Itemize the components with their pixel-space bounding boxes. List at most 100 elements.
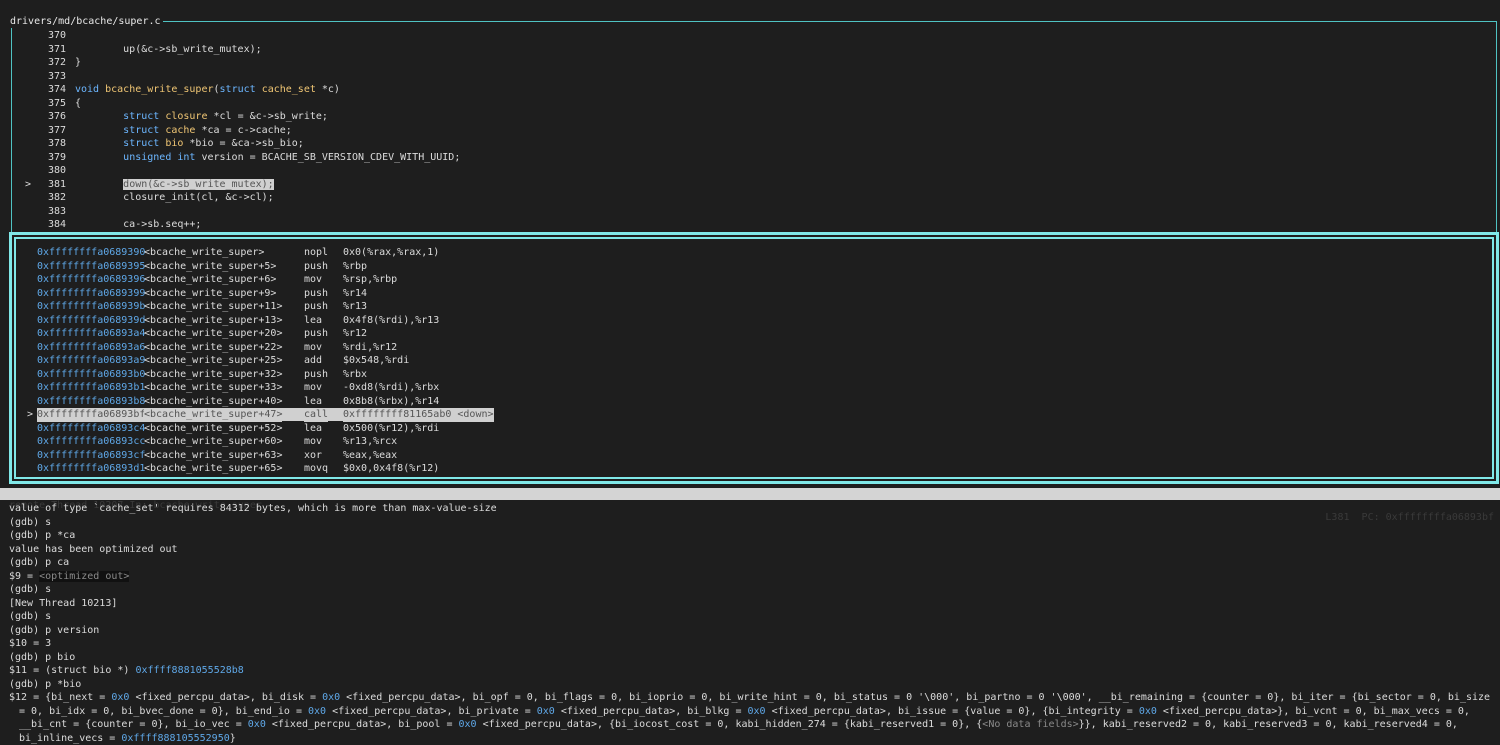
console-line: $9 = <optimized out> xyxy=(9,570,130,582)
asm-line[interactable]: 0xffffffffa06893b8 <bcache_write_super+40… xyxy=(16,395,1492,409)
asm-line[interactable]: 0xffffffffa06893cf <bcache_write_super+63… xyxy=(16,449,1492,463)
instruction-symbol: <bcache_write_super+20> xyxy=(144,328,283,339)
asm-line[interactable]: 0xffffffffa06893b0 <bcache_write_super+32… xyxy=(16,368,1492,382)
instruction-symbol: <bcache_write_super+13> xyxy=(144,314,283,326)
console-line: (gdb) p *ca xyxy=(9,530,76,541)
instruction-mnemonic: push xyxy=(304,301,329,312)
console-line: (gdb) p version xyxy=(9,624,100,636)
instruction-mnemonic: push xyxy=(304,368,329,380)
console-line: (gdb) s xyxy=(9,516,52,528)
instruction-mnemonic: lea xyxy=(304,314,323,326)
asm-line[interactable]: 0xffffffffa06893a9 <bcache_write_super+25… xyxy=(16,354,1492,368)
instruction-symbol: <bcache_write_super+11> xyxy=(144,301,283,312)
asm-line[interactable]: 0xffffffffa06893a4 <bcache_write_super+20… xyxy=(16,327,1492,341)
asm-line[interactable]: 0xffffffffa06893a6 <bcache_write_super+22… xyxy=(16,341,1492,355)
source-line[interactable]: 379 unsigned int version = BCACHE_SB_VER… xyxy=(12,151,1496,165)
line-number: 375 xyxy=(47,97,66,109)
console-line: $11 = (struct bio *) 0xffff8881055528b8 xyxy=(9,665,244,676)
asm-line[interactable]: 0xffffffffa0689399 <bcache_write_super+9>… xyxy=(16,287,1492,301)
source-line[interactable]: 370 xyxy=(12,29,1496,43)
line-code: down(&c->sb_write_mutex); xyxy=(123,178,274,190)
instruction-operands: $0x548,%rdi xyxy=(343,355,410,366)
instruction-address: 0xffffffffa0689390 xyxy=(37,247,146,258)
source-lines: 370 371 up(&c->sb_write_mutex); 372} 373 374… xyxy=(12,29,1496,232)
console-line: (gdb) s xyxy=(9,611,52,622)
source-line[interactable]: 374 void bcache_write_super(struct cache_… xyxy=(12,83,1496,97)
instruction-address: 0xffffffffa06893c4 xyxy=(37,422,146,434)
asm-line[interactable]: 0xffffffffa06893b1 <bcache_write_super+33… xyxy=(16,381,1492,395)
instruction-mnemonic: mov xyxy=(304,436,323,447)
line-code: struct bio *bio = &ca->sb_bio; xyxy=(123,138,304,149)
optimized-out-value: <optimized out> xyxy=(39,570,130,582)
line-code: } xyxy=(75,57,82,68)
asm-line[interactable]: 0xffffffffa0689395 <bcache_write_super+5>… xyxy=(16,260,1492,274)
console-line: value has been optimized out xyxy=(9,543,178,555)
instruction-operands: -0xd8(%rdi),%rbx xyxy=(343,382,440,393)
line-number: 381 xyxy=(47,178,66,190)
line-code: { xyxy=(75,97,82,109)
instruction-mnemonic: lea xyxy=(304,422,323,434)
instruction-address: 0xffffffffa0689399 xyxy=(37,287,146,299)
instruction-symbol: <bcache_write_super+9> xyxy=(144,287,277,299)
disassembly-frame: 0xffffffffa0689390 <bcache_write_super> no… xyxy=(14,237,1494,479)
instruction-mnemonic: xor xyxy=(304,449,323,461)
source-line[interactable]: 377 struct cache *ca = c->cache; xyxy=(12,124,1496,138)
source-file-title: drivers/md/bcache/super.c xyxy=(8,15,163,28)
instruction-operands: %rsp,%rbp xyxy=(343,274,398,285)
instruction-operands: %rbp xyxy=(343,260,368,272)
source-line[interactable]: 384 ca->sb.seq++; xyxy=(12,218,1496,232)
asm-line[interactable]: 0xffffffffa0689390 <bcache_write_super> no… xyxy=(16,246,1492,260)
instruction-symbol: <bcache_write_super+33> xyxy=(144,382,283,393)
line-number: 374 xyxy=(47,84,66,95)
source-line[interactable]: 382 closure_init(cl, &c->cl); xyxy=(12,191,1496,205)
source-line[interactable]: >381 down(&c->sb_write_mutex); xyxy=(12,178,1496,192)
instruction-operands: 0x0(%rax,%rax,1) xyxy=(343,247,440,258)
instruction-symbol: <bcache_write_super+47> xyxy=(144,408,283,422)
asm-line[interactable]: 0xffffffffa06893c4 <bcache_write_super+52… xyxy=(16,422,1492,436)
source-line[interactable]: 376 struct closure *cl = &c->sb_write; xyxy=(12,110,1496,124)
source-line[interactable]: 373 xyxy=(12,70,1496,84)
bio-struct-dump: $12 = {bi_next = 0x0 <fixed_percpu_data>… xyxy=(9,692,1491,744)
current-instruction-marker: > xyxy=(27,409,34,420)
instruction-address: 0xffffffffa068939b xyxy=(37,301,146,312)
instruction-mnemonic: push xyxy=(304,287,329,299)
line-number: 380 xyxy=(47,165,66,176)
gdb-console[interactable]: value of type `cache_set' requires 84312… xyxy=(9,502,1495,745)
instruction-symbol: <bcache_write_super+52> xyxy=(144,422,283,434)
asm-line[interactable]: 0xffffffffa068939b <bcache_write_super+11… xyxy=(16,300,1492,314)
instruction-operands: %r14 xyxy=(343,287,368,299)
asm-line[interactable]: 0xffffffffa06893d1 <bcache_write_super+65… xyxy=(16,462,1492,476)
line-number: 376 xyxy=(47,111,66,122)
asm-line[interactable]: 0xffffffffa06893cc <bcache_write_super+60… xyxy=(16,435,1492,449)
line-number: 370 xyxy=(47,30,66,41)
line-code: closure_init(cl, &c->cl); xyxy=(75,192,274,203)
source-line[interactable]: 372} xyxy=(12,56,1496,70)
source-line[interactable]: 380 xyxy=(12,164,1496,178)
instruction-mnemonic: mov xyxy=(304,382,323,393)
source-line[interactable]: 383 xyxy=(12,205,1496,219)
instruction-address: 0xffffffffa0689395 xyxy=(37,260,146,272)
instruction-operands: %rbx xyxy=(343,368,368,380)
instruction-symbol: <bcache_write_super> xyxy=(144,247,265,258)
asm-line-current[interactable]: >0xffffffffa06893bf <bcache_write_super+4… xyxy=(16,408,1492,422)
source-line[interactable]: 371 up(&c->sb_write_mutex); xyxy=(12,43,1496,57)
instruction-mnemonic: mov xyxy=(304,341,323,353)
instruction-operands: %r13,%rcx xyxy=(343,436,398,447)
line-number: 377 xyxy=(47,124,66,136)
instruction-address: 0xffffffffa06893b1 xyxy=(37,382,146,393)
instruction-symbol: <bcache_write_super+60> xyxy=(144,436,283,447)
instruction-address: 0xffffffffa06893d1 xyxy=(37,463,146,474)
instruction-operands: %rdi,%r12 xyxy=(343,341,398,353)
source-window[interactable]: 370 371 up(&c->sb_write_mutex); 372} 373 374… xyxy=(11,21,1497,232)
instruction-operands: 0xffffffff81165ab0 <down> xyxy=(343,408,494,422)
instruction-operands: 0x500(%r12),%rdi xyxy=(343,422,440,434)
line-number: 384 xyxy=(47,219,66,230)
source-line[interactable]: 375 { xyxy=(12,97,1496,111)
instruction-symbol: <bcache_write_super+63> xyxy=(144,449,283,461)
disassembly-window[interactable]: 0xffffffffa0689390 <bcache_write_super> no… xyxy=(9,232,1499,484)
source-line[interactable]: 378 struct bio *bio = &ca->sb_bio; xyxy=(12,137,1496,151)
instruction-mnemonic: movq xyxy=(304,463,329,474)
asm-line[interactable]: 0xffffffffa0689396 <bcache_write_super+6>… xyxy=(16,273,1492,287)
instruction-symbol: <bcache_write_super+22> xyxy=(144,341,283,353)
asm-line[interactable]: 0xffffffffa068939d <bcache_write_super+13… xyxy=(16,314,1492,328)
